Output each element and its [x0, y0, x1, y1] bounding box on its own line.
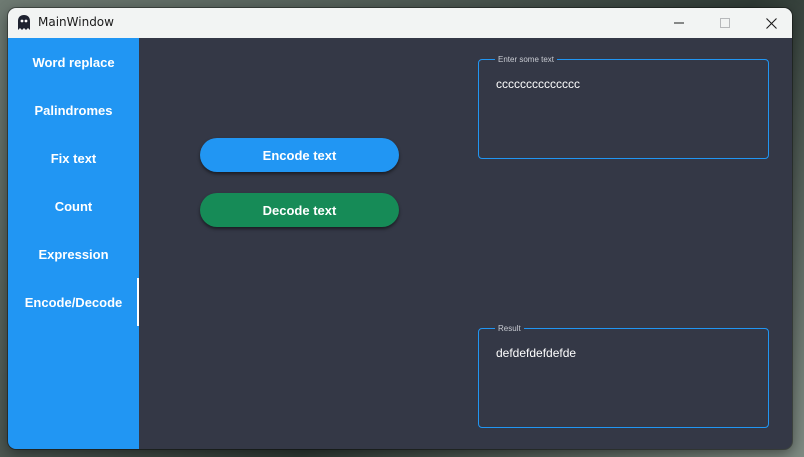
sidebar-item-fix-text[interactable]: Fix text — [8, 134, 139, 182]
close-button[interactable] — [748, 8, 792, 38]
minimize-icon — [674, 22, 684, 24]
maximize-button[interactable] — [702, 8, 748, 38]
title-bar[interactable]: MainWindow — [8, 8, 792, 38]
sidebar-item-encode-decode[interactable]: Encode/Decode — [8, 278, 139, 326]
close-icon — [765, 17, 777, 29]
result-field-value[interactable]: defdefdefdefde — [496, 346, 576, 360]
result-field[interactable]: Result defdefdefdefde — [478, 323, 769, 428]
encode-button[interactable]: Encode text — [200, 138, 399, 172]
input-field-value[interactable]: cccccccccccccc — [496, 77, 580, 91]
input-field[interactable]: Enter some text cccccccccccccc — [478, 54, 769, 159]
input-field-label: Enter some text — [495, 54, 558, 65]
sidebar-item-word-replace[interactable]: Word replace — [8, 38, 139, 86]
sidebar: Word replace Palindromes Fix text Count … — [8, 38, 139, 449]
maximize-icon — [720, 18, 730, 28]
minimize-button[interactable] — [656, 8, 702, 38]
decode-button[interactable]: Decode text — [200, 193, 399, 227]
sidebar-item-count[interactable]: Count — [8, 182, 139, 230]
window-title: MainWindow — [38, 15, 114, 29]
sidebar-item-palindromes[interactable]: Palindromes — [8, 86, 139, 134]
sidebar-item-expression[interactable]: Expression — [8, 230, 139, 278]
ghost-icon — [17, 14, 31, 31]
result-field-label: Result — [495, 323, 524, 334]
main-window: MainWindow Word replace Palindromes Fix … — [8, 8, 792, 449]
